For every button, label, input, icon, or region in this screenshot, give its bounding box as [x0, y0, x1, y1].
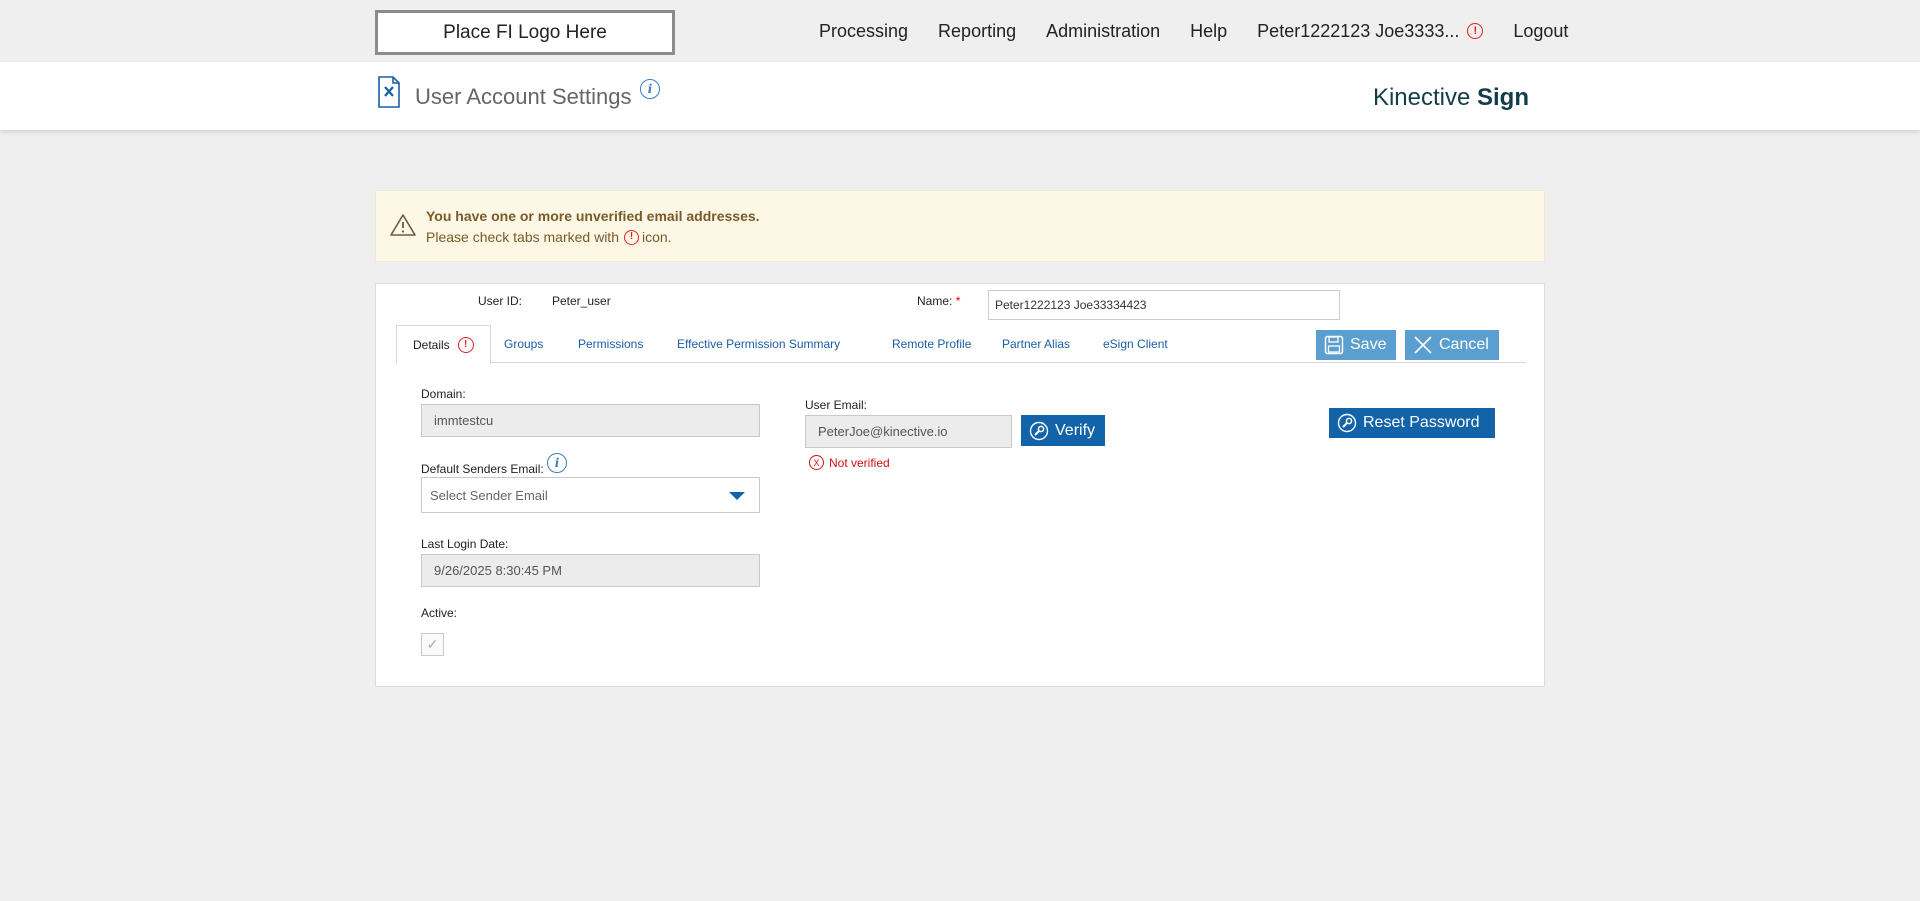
sender-email-placeholder: Select Sender Email [430, 487, 548, 503]
brand-name-bold: Sign [1477, 84, 1529, 111]
tab-permissions[interactable]: Permissions [562, 325, 659, 363]
user-email-field: PeterJoe@kinective.io [805, 415, 1012, 448]
alert-text-after: icon. [641, 229, 672, 245]
default-sender-label: Default Senders Email: [421, 462, 544, 476]
logo-placeholder: Place FI Logo Here [375, 10, 675, 55]
tab-details-label: Details [413, 337, 450, 352]
save-icon [1324, 335, 1344, 355]
brand-name-light: Kinective [1372, 84, 1471, 111]
user-settings-panel: User ID: Peter_user Name: * Peter1222123… [375, 283, 1545, 687]
nav-processing[interactable]: Processing [819, 21, 908, 42]
save-label: Save [1350, 336, 1387, 353]
alert-title: You have one or more unverified email ad… [426, 208, 760, 224]
brand-logo: Kinective Sign [1373, 84, 1529, 112]
close-icon [1414, 336, 1432, 354]
required-marker: * [955, 294, 961, 308]
reset-password-label: Reset Password [1363, 414, 1480, 431]
user-menu[interactable]: Peter1222123 Joe3333... ! [1257, 20, 1484, 42]
domain-field: immtestcu [421, 404, 760, 437]
error-x-icon: X [809, 455, 824, 470]
verify-button[interactable]: Verify [1021, 415, 1106, 446]
tab-esign-client[interactable]: eSign Client [1087, 325, 1184, 363]
cancel-button[interactable]: Cancel [1405, 330, 1499, 360]
wrench-icon [1337, 413, 1357, 433]
cancel-label: Cancel [1439, 336, 1489, 353]
page-title: User Account Settings [415, 84, 632, 109]
active-checkbox[interactable]: ✓ [421, 633, 444, 656]
sender-email-select[interactable]: Select Sender Email [421, 477, 760, 513]
verify-label: Verify [1055, 421, 1096, 439]
alert-text-before: Please check tabs marked with [426, 229, 619, 245]
reset-password-button[interactable]: Reset Password [1329, 408, 1495, 438]
top-bar: Place FI Logo Here Processing Reporting … [0, 0, 1920, 62]
alert-message: Please check tabs marked with ! icon. [426, 229, 672, 245]
unverified-email-alert: You have one or more unverified email ad… [375, 190, 1545, 262]
nav-reporting[interactable]: Reporting [938, 21, 1016, 42]
warning-triangle-icon [390, 213, 416, 242]
user-id-label: User ID: [478, 294, 523, 308]
user-warning-icon: ! [1467, 23, 1484, 39]
user-id-value: Peter_user [552, 294, 611, 308]
checkmark-icon: ✓ [426, 636, 439, 652]
tab-details[interactable]: Details ! [396, 325, 491, 364]
document-settings-icon [377, 76, 401, 113]
last-login-field: 9/26/2025 8:30:45 PM [421, 554, 760, 587]
nav-administration[interactable]: Administration [1046, 21, 1160, 42]
last-login-label: Last Login Date: [421, 537, 509, 551]
active-label: Active: [421, 606, 458, 620]
user-email-label: User Email: [805, 398, 868, 412]
not-verified-text: Not verified [829, 455, 890, 470]
logout-link[interactable]: Logout [1513, 21, 1568, 42]
nav-help[interactable]: Help [1190, 21, 1227, 42]
tab-effective-permission-summary[interactable]: Effective Permission Summary [661, 325, 856, 363]
page-header: User Account Settings i Kinective Sign [0, 62, 1920, 130]
user-name: Peter1222123 Joe3333... [1257, 20, 1460, 41]
tab-warning-icon: ! [457, 336, 474, 353]
info-icon[interactable]: i [640, 79, 660, 99]
not-verified-status: X Not verified [809, 455, 890, 470]
alert-warning-icon: ! [623, 229, 639, 245]
save-button[interactable]: Save [1316, 330, 1397, 360]
default-sender-label-text: Default Senders Email: [421, 462, 544, 476]
tab-remote-profile[interactable]: Remote Profile [876, 325, 987, 363]
wrench-icon [1029, 421, 1049, 440]
chevron-down-icon [729, 492, 745, 500]
name-input[interactable]: Peter1222123 Joe33334423 [988, 290, 1340, 320]
name-label: Name: * [917, 294, 960, 308]
tab-partner-alias[interactable]: Partner Alias [986, 325, 1086, 363]
tab-groups[interactable]: Groups [488, 325, 559, 363]
top-nav: Processing Reporting Administration Help… [819, 0, 1598, 62]
name-label-text: Name: [917, 294, 953, 308]
domain-label: Domain: [421, 387, 466, 401]
info-icon[interactable]: i [547, 453, 567, 473]
